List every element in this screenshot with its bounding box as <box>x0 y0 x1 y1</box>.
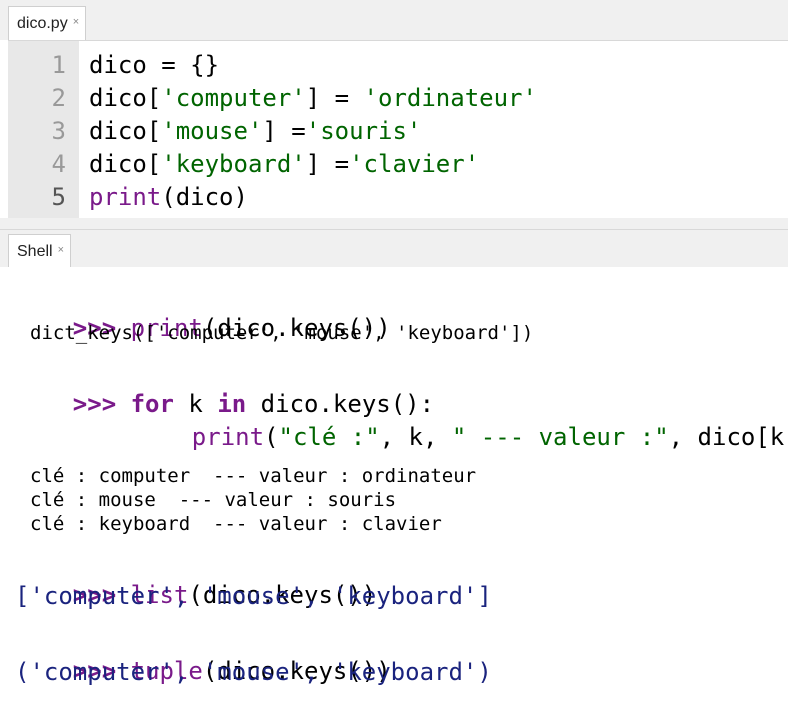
code-text: ( <box>264 423 279 451</box>
code-line: dico = {} <box>89 49 219 82</box>
string-literal: " --- valeur :" <box>451 423 669 451</box>
editor-line: 2 dico['computer'] = 'ordinateur' <box>8 82 788 115</box>
shell-result-line: ['computer', 'mouse', 'keyboard'] <box>15 582 492 610</box>
code-editor[interactable]: 1 dico = {} 2 dico['computer'] = 'ordinateu… <box>8 40 788 220</box>
shell-result-line: ('computer', 'mouse', 'keyboard') <box>15 658 492 686</box>
shell-output-line: clé : mouse --- valeur : souris <box>30 489 397 511</box>
string-literal: 'computer' <box>161 84 306 112</box>
shell-prompt: >>> <box>72 390 117 418</box>
close-icon[interactable]: × <box>73 16 79 28</box>
code-text: , k, <box>379 423 452 451</box>
line-number: 2 <box>51 84 66 112</box>
shell-output-line: dict_keys(['computer', 'mouse', 'keyboar… <box>30 322 534 344</box>
string-literal: "clé :" <box>278 423 380 451</box>
code-line: print(dico) <box>89 181 248 214</box>
code-text: ] = <box>305 84 364 112</box>
line-number: 5 <box>51 183 66 211</box>
tab-shell[interactable]: Shell × <box>8 234 72 269</box>
pane-divider[interactable] <box>0 218 788 229</box>
shell-input-line: >>> list(dico.keys()) <box>15 547 376 609</box>
line-number: 4 <box>51 150 66 178</box>
shell-tab-bar: Shell × <box>0 229 788 269</box>
string-literal: 'mouse' <box>161 117 263 145</box>
string-literal: 'souris' <box>305 117 422 145</box>
code-text: (dico) <box>161 183 248 211</box>
editor-line: 4 dico['keyboard'] ='clavier' <box>8 148 788 181</box>
shell-input-line: >>> tuple(dico.keys()) <box>15 623 391 685</box>
shell-input-line: >>> print(dico.keys()) <box>15 280 391 342</box>
editor-tab-bar: dico.py × <box>0 0 788 41</box>
tab-dico-py[interactable]: dico.py × <box>8 6 87 41</box>
shell-output-line: clé : keyboard --- valeur : clavier <box>30 513 442 535</box>
shell-output-line: clé : computer --- valeur : ordinateur <box>30 465 477 487</box>
code-line: dico['computer'] = 'ordinateur' <box>89 82 537 115</box>
editor-line: 1 dico = {} <box>8 49 788 82</box>
string-literal: 'keyboard' <box>161 150 306 178</box>
tab-title: dico.py <box>17 15 68 32</box>
line-number: 3 <box>51 117 66 145</box>
code-text: ] = <box>262 117 306 145</box>
shell-input-continuation: print("clé :", k, " --- valeur :", dico[… <box>134 389 788 451</box>
line-number: 1 <box>51 51 66 79</box>
builtin-print: print <box>89 183 162 211</box>
code-line: dico['keyboard'] ='clavier' <box>89 148 479 181</box>
code-text: , dico[k]) <box>668 423 788 451</box>
code-text: dico[ <box>89 117 162 145</box>
code-text: dico[ <box>89 150 162 178</box>
tab-title: Shell <box>17 243 53 260</box>
string-literal: 'clavier' <box>349 150 480 178</box>
close-icon[interactable]: × <box>58 244 64 256</box>
shell-console[interactable]: >>> print(dico.keys()) dict_keys(['compu… <box>0 267 788 697</box>
shell-input-line: >>> for k in dico.keys(): <box>15 356 434 418</box>
editor-line: 3 dico['mouse'] ='souris' <box>8 115 788 148</box>
code-text: ] = <box>305 150 350 178</box>
code-text: dico[ <box>89 84 162 112</box>
builtin-print: print <box>191 423 265 451</box>
code-line: dico['mouse'] ='souris' <box>89 115 421 148</box>
string-literal: 'ordinateur' <box>363 84 537 112</box>
editor-line: 5 print(dico) <box>8 181 788 214</box>
code-text: dico = {} <box>89 51 220 79</box>
